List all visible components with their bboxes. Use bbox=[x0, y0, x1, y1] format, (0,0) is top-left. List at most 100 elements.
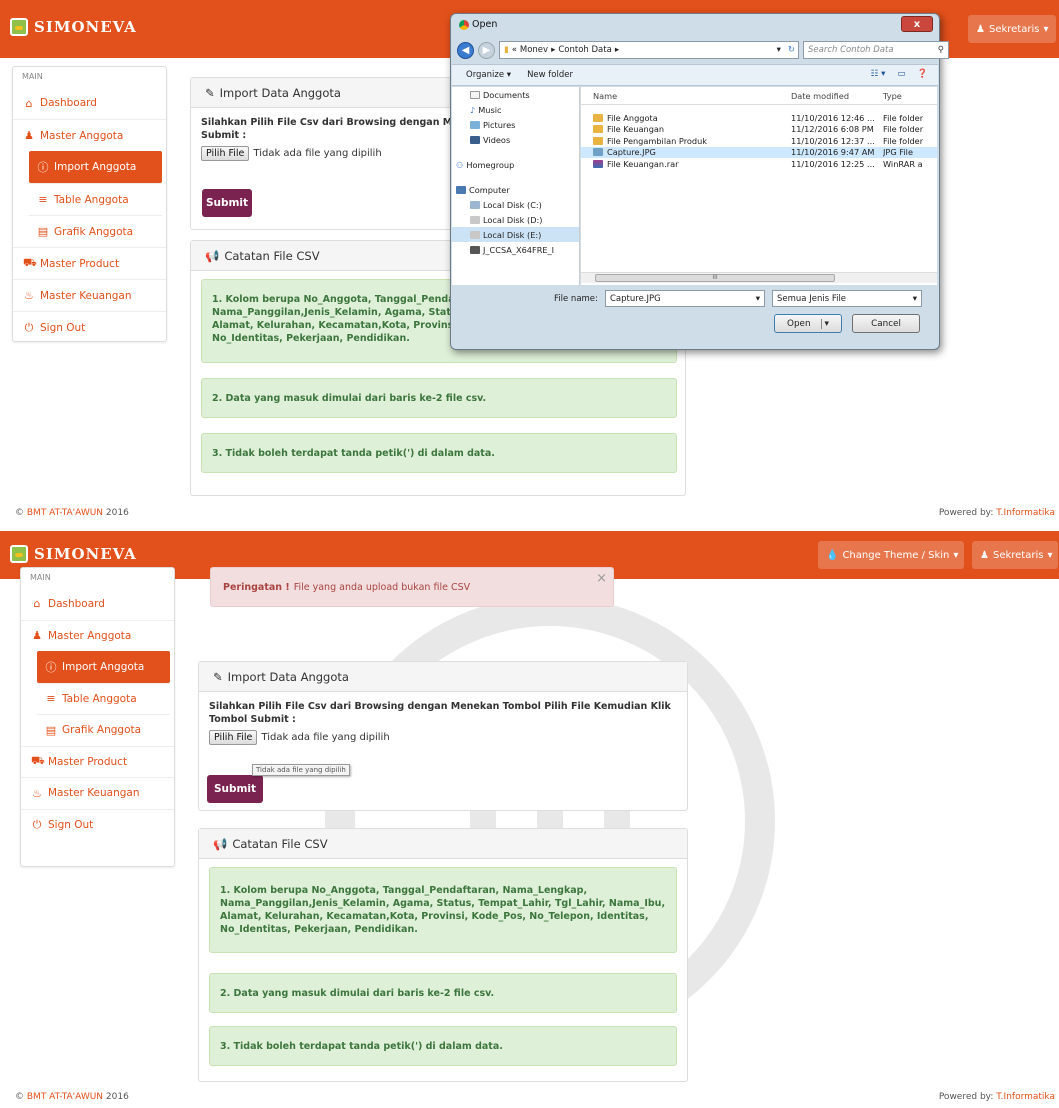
open-button[interactable]: Open ▾ bbox=[774, 314, 842, 333]
sidebar-item-sign-out[interactable]: ⏻ Sign Out bbox=[13, 311, 166, 343]
nav-label: Music bbox=[478, 104, 502, 115]
csv-note-2: 2. Data yang masuk dimulai dari baris ke… bbox=[209, 973, 677, 1013]
address-bar[interactable]: ▮ « Monev ▸ Contoh Data ▸ ▾ ↻ bbox=[499, 41, 799, 59]
sidebar-item-grafik-anggota[interactable]: ▤ Grafik Anggota bbox=[37, 714, 170, 746]
sidebar-item-master-product[interactable]: ⛟ Master Product bbox=[21, 745, 174, 778]
path-overflow: « bbox=[511, 45, 517, 55]
submit-button[interactable]: Submit bbox=[202, 189, 252, 217]
help-icon[interactable]: ❓ bbox=[917, 69, 928, 79]
search-input[interactable]: Search Contoh Data ⚲ bbox=[803, 41, 949, 59]
cancel-button[interactable]: Cancel bbox=[852, 314, 920, 333]
organize-menu[interactable]: Organize ▾ bbox=[466, 70, 511, 80]
nav-dvd-drive[interactable]: J_CCSA_X64FRE_I bbox=[452, 242, 579, 257]
nav-homegroup[interactable]: ⚇ Homegroup bbox=[452, 157, 579, 172]
split-arrow-icon[interactable]: ▾ bbox=[820, 318, 829, 329]
nav-disk-e[interactable]: Local Disk (E:) bbox=[452, 227, 579, 242]
user-menu-button[interactable]: ♟ Sekretaris ▾ bbox=[972, 541, 1058, 569]
nav-documents[interactable]: Documents bbox=[452, 87, 579, 102]
dropdown-arrow-icon[interactable]: ▾ bbox=[777, 45, 781, 55]
powered-label: Powered by: bbox=[938, 1092, 994, 1102]
change-theme-button[interactable]: 💧 Change Theme / Skin ▾ bbox=[818, 541, 964, 569]
nav-disk-d[interactable]: Local Disk (D:) bbox=[452, 212, 579, 227]
dialog-close-button[interactable]: x bbox=[901, 16, 933, 32]
file-input-tooltip: Tidak ada file yang dipilih bbox=[252, 764, 350, 776]
file-status: Tidak ada file yang dipilih bbox=[253, 148, 382, 159]
submit-button[interactable]: Submit bbox=[207, 775, 263, 803]
file-row[interactable]: File Pengambilan Produk 11/10/2016 12:37 … bbox=[581, 135, 937, 147]
footer-company-link[interactable]: BMT AT-TA'AWUN bbox=[27, 508, 103, 518]
file-row-selected[interactable]: Capture.JPG 11/10/2016 9:47 AM JPG File bbox=[581, 146, 937, 158]
sidebar-item-master-anggota[interactable]: ♟ Master Anggota bbox=[21, 619, 174, 652]
horizontal-scrollbar[interactable]: III bbox=[581, 272, 937, 283]
cart-icon: ⛟ bbox=[23, 256, 37, 269]
megaphone-icon: 📢 bbox=[213, 836, 228, 851]
filetype-select[interactable]: Semua Jenis File ▾ bbox=[772, 290, 922, 307]
column-date[interactable]: Date modified bbox=[791, 91, 883, 101]
dropdown-arrow-icon[interactable]: ▾ bbox=[756, 294, 760, 304]
file-row[interactable]: File Keuangan 11/12/2016 6:08 PM File fold… bbox=[581, 124, 937, 136]
choose-file-button[interactable]: Pilih File bbox=[201, 146, 250, 161]
sidebar-item-label: Import Anggota bbox=[62, 660, 145, 673]
nav-disk-c[interactable]: Local Disk (C:) bbox=[452, 197, 579, 212]
scrollbar-thumb[interactable]: III bbox=[595, 274, 835, 282]
user-menu-button[interactable]: ♟ Sekretaris ▾ bbox=[968, 15, 1056, 43]
sidebar-item-label: Master Product bbox=[40, 257, 120, 270]
footer-company-link[interactable]: BMT AT-TA'AWUN bbox=[27, 1092, 103, 1102]
breadcrumb-monev[interactable]: Monev bbox=[520, 45, 548, 55]
new-folder-button[interactable]: New folder bbox=[527, 70, 573, 80]
file-type: JPG File bbox=[883, 147, 913, 158]
filetype-value: Semua Jenis File bbox=[777, 293, 847, 304]
sidebar-header: MAIN bbox=[22, 72, 43, 81]
sidebar-item-table-anggota[interactable]: ≡ Table Anggota bbox=[37, 682, 170, 715]
screenshot-with-open-dialog: SIMONEVA ♟ Sekretaris ▾ MAIN ⌂ Dashboard … bbox=[0, 0, 1059, 528]
sidebar-item-import-anggota[interactable]: ⓘ Import Anggota bbox=[29, 151, 162, 183]
file-name: File Pengambilan Produk bbox=[607, 135, 708, 146]
powered-link[interactable]: T.Informatika bbox=[996, 508, 1055, 518]
csv-note-2: 2. Data yang masuk dimulai dari baris ke… bbox=[201, 378, 677, 418]
forward-arrow-icon[interactable]: ▶ bbox=[478, 41, 495, 59]
footer-year: 2016 bbox=[105, 1092, 129, 1102]
nav-music[interactable]: ♪ Music bbox=[452, 102, 579, 117]
brand[interactable]: SIMONEVA bbox=[10, 18, 137, 36]
sidebar-item-master-keuangan[interactable]: ♨ Master Keuangan bbox=[13, 279, 166, 311]
folder-icon bbox=[593, 113, 603, 122]
sidebar-item-import-anggota[interactable]: ⓘ Import Anggota bbox=[37, 651, 170, 683]
dvd-drive-icon bbox=[470, 245, 480, 254]
filename-input[interactable]: Capture.JPG ▾ bbox=[605, 290, 765, 307]
breadcrumb-contoh-data[interactable]: Contoh Data bbox=[558, 45, 611, 55]
sidebar-item-dashboard[interactable]: ⌂ Dashboard bbox=[13, 87, 166, 119]
dropdown-arrow-icon[interactable]: ▾ bbox=[913, 294, 917, 304]
preview-pane-icon[interactable]: ▭ bbox=[897, 69, 905, 79]
close-icon[interactable]: × bbox=[596, 571, 607, 586]
sidebar-item-table-anggota[interactable]: ≡ Table Anggota bbox=[29, 183, 162, 215]
nav-label: Homegroup bbox=[466, 159, 515, 170]
view-options-icon[interactable]: ☷ ▾ bbox=[871, 69, 886, 79]
chart-icon: ▤ bbox=[37, 225, 49, 238]
sidebar-item-grafik-anggota[interactable]: ▤ Grafik Anggota bbox=[29, 215, 162, 247]
nav-computer[interactable]: Computer bbox=[452, 182, 579, 197]
file-row[interactable]: File Anggota 11/10/2016 12:46 ... File fol… bbox=[581, 112, 937, 124]
back-arrow-icon[interactable]: ◀ bbox=[457, 41, 474, 59]
powered-link[interactable]: T.Informatika bbox=[996, 1092, 1055, 1102]
sidebar-item-master-anggota[interactable]: ♟ Master Anggota bbox=[13, 119, 166, 151]
sidebar-item-dashboard[interactable]: ⌂ Dashboard bbox=[21, 588, 174, 620]
file-date: 11/10/2016 12:46 ... bbox=[791, 112, 875, 123]
refresh-icon[interactable]: ↻ bbox=[788, 45, 795, 55]
nav-label: Local Disk (D:) bbox=[483, 214, 543, 225]
file-date: 11/10/2016 9:47 AM bbox=[791, 147, 875, 158]
choose-file-button[interactable]: Pilih File bbox=[209, 730, 258, 745]
disk-icon bbox=[470, 230, 480, 239]
list-icon: ≡ bbox=[38, 193, 48, 206]
powered-label: Powered by: bbox=[938, 508, 994, 518]
column-type[interactable]: Type bbox=[883, 91, 937, 101]
nav-videos[interactable]: Videos bbox=[452, 132, 579, 147]
nav-label: Local Disk (C:) bbox=[483, 199, 542, 210]
file-row[interactable]: File Keuangan.rar 11/10/2016 12:25 ... Win… bbox=[581, 158, 937, 170]
nav-pictures[interactable]: Pictures bbox=[452, 117, 579, 132]
sidebar-item-sign-out[interactable]: ⏻ Sign Out bbox=[21, 808, 174, 841]
documents-icon bbox=[470, 90, 480, 99]
sidebar-item-master-product[interactable]: ⛟ Master Product bbox=[13, 247, 166, 279]
column-name[interactable]: Name bbox=[581, 91, 791, 101]
sidebar-item-master-keuangan[interactable]: ♨ Master Keuangan bbox=[21, 777, 174, 809]
brand[interactable]: SIMONEVA bbox=[10, 545, 137, 563]
